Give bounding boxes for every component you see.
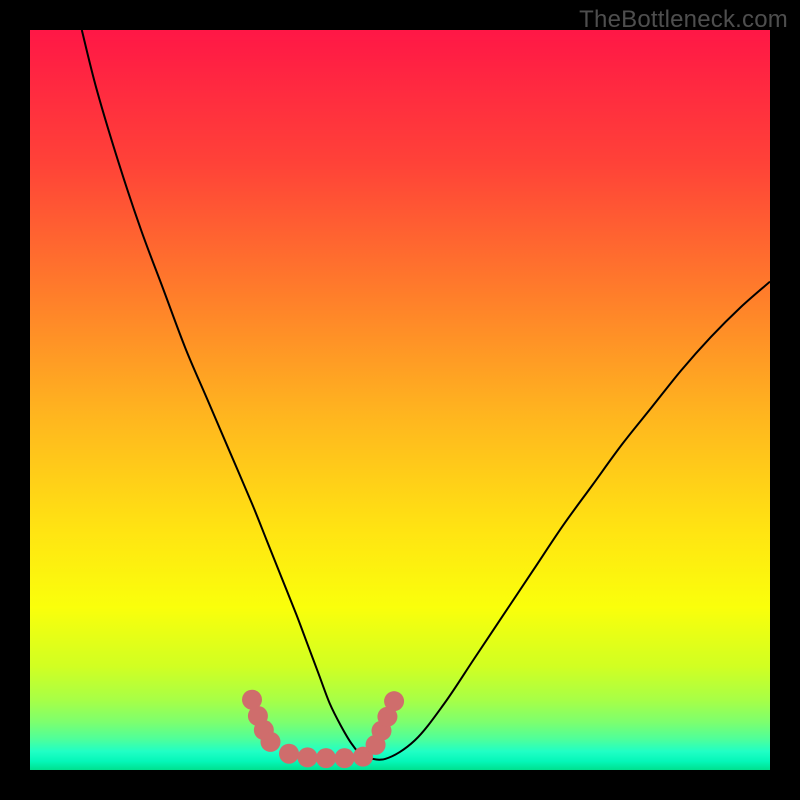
- trough-marker: [384, 691, 404, 711]
- trough-marker: [261, 732, 281, 752]
- trough-marker: [335, 748, 355, 768]
- watermark-text: TheBottleneck.com: [579, 6, 788, 34]
- trough-marker: [316, 748, 336, 768]
- trough-marker: [298, 747, 318, 767]
- chart-container: [30, 30, 770, 770]
- trough-marker: [279, 744, 299, 764]
- bottleneck-chart: [30, 30, 770, 770]
- gradient-background: [30, 30, 770, 770]
